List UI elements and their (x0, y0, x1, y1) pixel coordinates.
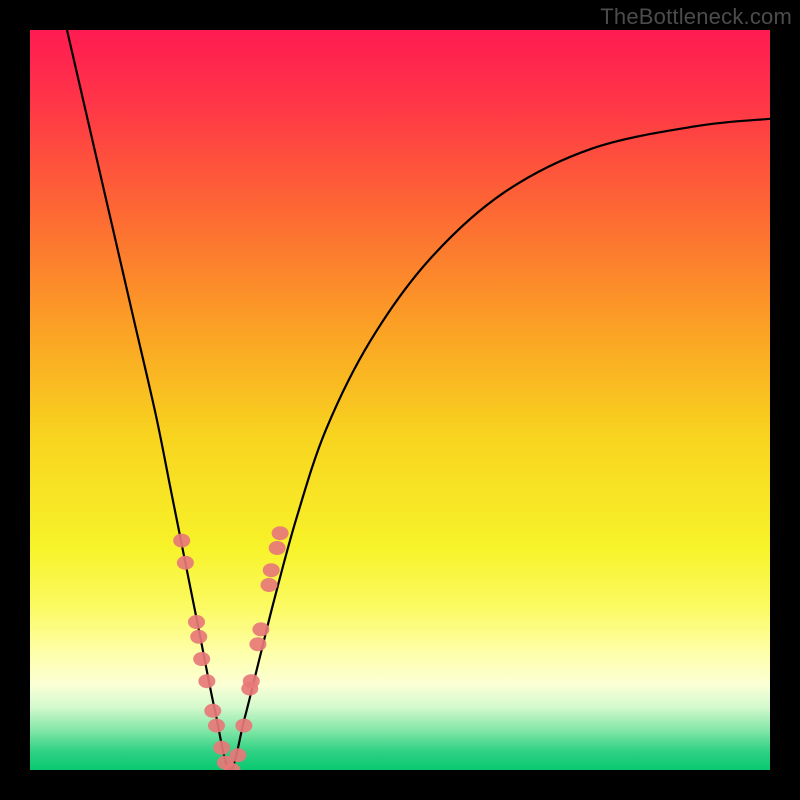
sample-dots-group (173, 526, 288, 770)
sample-dot (229, 748, 246, 762)
watermark-text: TheBottleneck.com (600, 4, 792, 30)
sample-dot (198, 674, 215, 688)
sample-dot (252, 622, 269, 636)
sample-dot (272, 526, 289, 540)
sample-dot (173, 534, 190, 548)
sample-dot (177, 556, 194, 570)
bottleneck-curve (67, 30, 770, 770)
sample-dot (213, 741, 230, 755)
sample-dot (261, 578, 278, 592)
sample-dot (190, 630, 207, 644)
sample-dot (249, 637, 266, 651)
plot-area (30, 30, 770, 770)
sample-dot (204, 704, 221, 718)
sample-dot (269, 541, 286, 555)
sample-dot (193, 652, 210, 666)
sample-dot (263, 563, 280, 577)
sample-dot (208, 719, 225, 733)
sample-dot (243, 674, 260, 688)
sample-dot (188, 615, 205, 629)
chart-svg (30, 30, 770, 770)
sample-dot (235, 719, 252, 733)
outer-frame: TheBottleneck.com (0, 0, 800, 800)
